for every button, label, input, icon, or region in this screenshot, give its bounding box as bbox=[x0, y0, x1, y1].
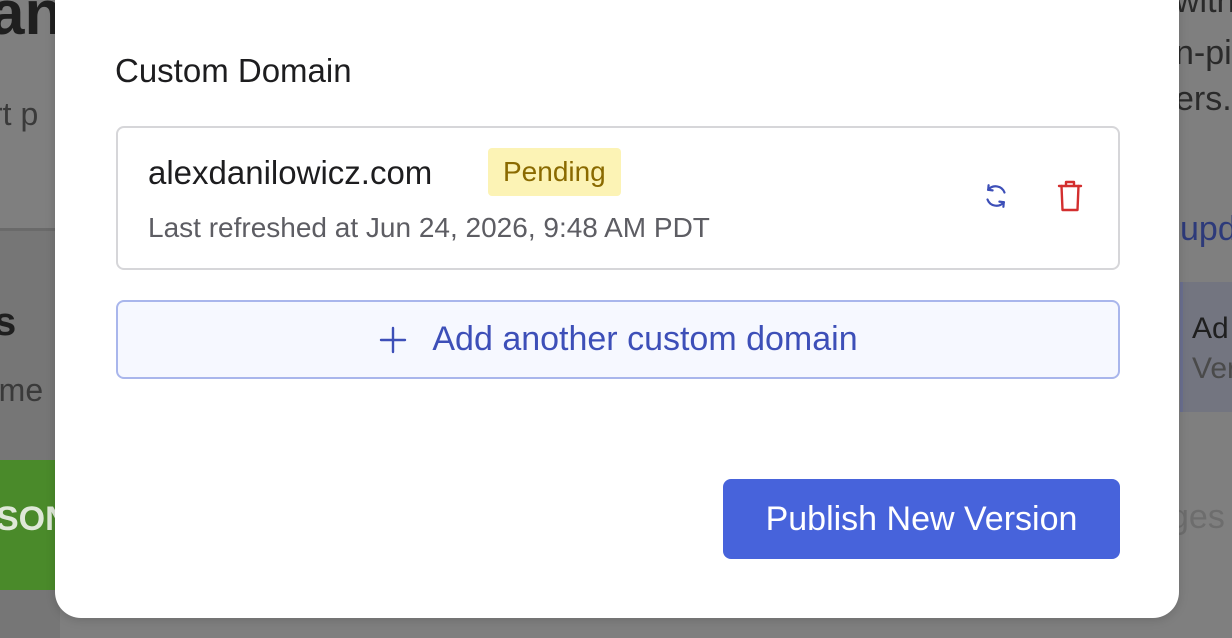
background-right-card-subtitle: Ver bbox=[1192, 352, 1232, 385]
background-right-card-title: Ad bbox=[1192, 312, 1229, 345]
domain-name: alexdanilowicz.com bbox=[148, 154, 433, 191]
section-title: Custom Domain bbox=[115, 52, 352, 89]
background-right-text-1: with bbox=[1175, 0, 1232, 20]
publish-new-version-button[interactable]: Publish New Version bbox=[723, 479, 1120, 559]
background-right-link: upd bbox=[1180, 210, 1232, 248]
custom-domain-modal: Custom Domain alexdanilowicz.com Pending… bbox=[55, 0, 1179, 618]
status-badge: Pending bbox=[488, 148, 621, 196]
background-text: rme bbox=[0, 372, 44, 408]
domain-card: alexdanilowicz.com Pending Last refreshe… bbox=[116, 126, 1120, 270]
trash-icon bbox=[1057, 180, 1083, 212]
background-right-card bbox=[1180, 282, 1232, 412]
plus-icon bbox=[380, 326, 407, 353]
background-title: an bbox=[0, 0, 63, 48]
background-subtitle: rt p bbox=[0, 96, 39, 132]
last-refreshed-text: Last refreshed at Jun 24, 2026, 9:48 AM … bbox=[148, 212, 710, 243]
add-custom-domain-button[interactable]: Add another custom domain bbox=[116, 300, 1120, 379]
delete-button[interactable] bbox=[1048, 174, 1092, 218]
background-heading: s bbox=[0, 300, 17, 344]
add-custom-domain-label: Add another custom domain bbox=[432, 320, 858, 358]
background-right-text-2: n-pi bbox=[1175, 34, 1232, 72]
refresh-icon bbox=[986, 184, 1006, 208]
background-right-text-3: ers. bbox=[1175, 80, 1232, 118]
refresh-button[interactable] bbox=[974, 174, 1018, 218]
